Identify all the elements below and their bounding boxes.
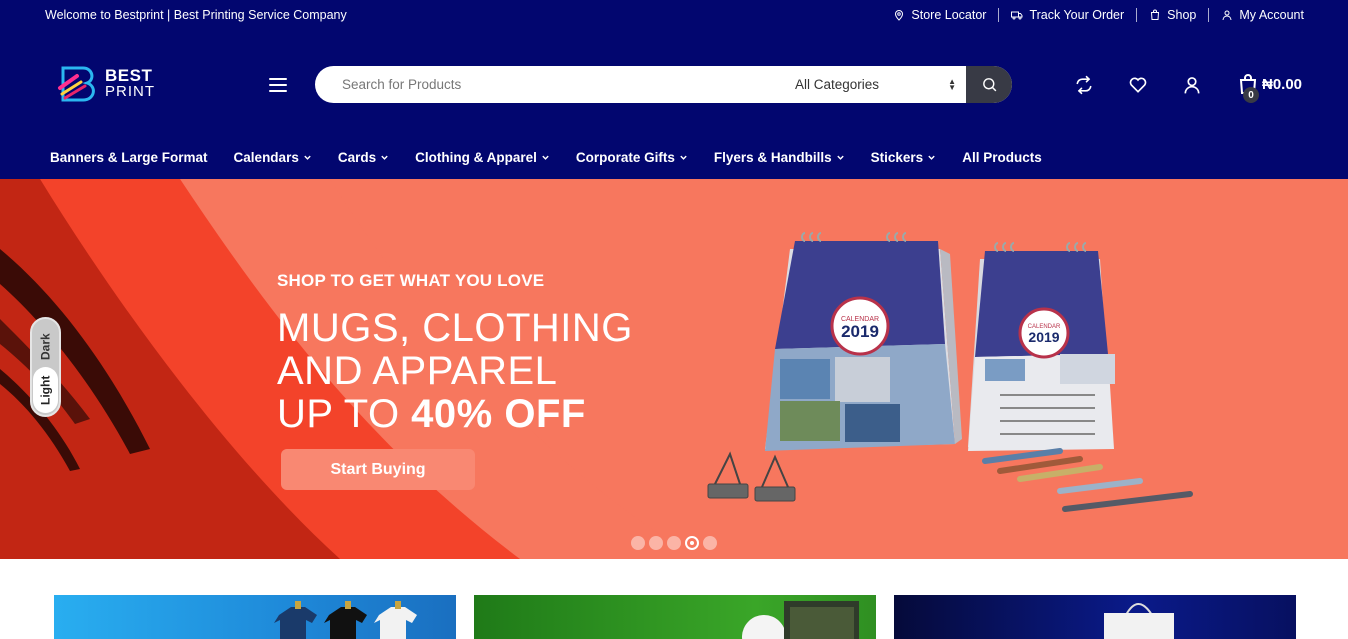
nav-item-cards[interactable]: Cards bbox=[338, 150, 389, 165]
theme-dark-option[interactable]: Dark bbox=[32, 327, 59, 367]
nav-item-label: Calendars bbox=[233, 150, 299, 165]
shop-label: Shop bbox=[1167, 8, 1197, 22]
search-bar: All Categories ▲▼ bbox=[315, 66, 1012, 103]
promo-card-bags[interactable] bbox=[894, 595, 1296, 639]
track-order-link[interactable]: Track Your Order bbox=[999, 8, 1138, 22]
slider-dot-2[interactable] bbox=[649, 536, 663, 550]
user-icon bbox=[1222, 10, 1232, 21]
search-icon bbox=[982, 78, 996, 92]
category-select-value: All Categories bbox=[795, 77, 880, 92]
chevron-down-icon bbox=[680, 155, 687, 160]
cart-total: ₦0.00 bbox=[1262, 75, 1303, 93]
wishlist-button[interactable] bbox=[1127, 74, 1149, 96]
top-bar: Welcome to Bestprint | Best Printing Ser… bbox=[0, 0, 1348, 32]
nav-item-label: Banners & Large Format bbox=[50, 150, 208, 165]
logo-mark-icon bbox=[58, 66, 95, 102]
top-links: Store Locator Track Your Order Shop My A… bbox=[881, 8, 1304, 22]
hero-discount: 40% OFF bbox=[411, 392, 586, 436]
track-order-label: Track Your Order bbox=[1029, 8, 1125, 22]
slider-dots bbox=[631, 536, 721, 550]
cart-button[interactable]: 0 ₦0.00 bbox=[1238, 73, 1303, 103]
nav-item-label: Corporate Gifts bbox=[575, 150, 675, 165]
logo-line-1: BEST bbox=[105, 66, 153, 85]
hero-slider: CALENDAR 2019 CALENDAR 2019 SHOP TO GET … bbox=[0, 179, 1348, 559]
tshirts-image bbox=[274, 601, 417, 639]
hero-heading-line-3: UP TO 40% OFF bbox=[277, 393, 633, 436]
menu-hamburger-icon[interactable] bbox=[269, 78, 287, 92]
store-locator-link[interactable]: Store Locator bbox=[881, 8, 1000, 22]
welcome-text: Welcome to Bestprint | Best Printing Ser… bbox=[45, 8, 347, 22]
account-button[interactable] bbox=[1181, 74, 1203, 96]
nav-item-clothing[interactable]: Clothing & Apparel bbox=[415, 150, 550, 165]
store-locator-label: Store Locator bbox=[911, 8, 987, 22]
truck-icon bbox=[1011, 11, 1023, 20]
main-header: BEST PRINT All Categories ▲▼ 0 ₦0.00 bbox=[0, 32, 1348, 179]
search-input[interactable] bbox=[315, 66, 781, 103]
compare-arrows-icon bbox=[1076, 75, 1092, 95]
logo-line-2: PRINT bbox=[105, 83, 155, 100]
nav-item-flyers[interactable]: Flyers & Handbills bbox=[714, 150, 845, 165]
nav-item-label: Clothing & Apparel bbox=[415, 150, 537, 165]
search-button[interactable] bbox=[966, 66, 1012, 103]
shop-link[interactable]: Shop bbox=[1137, 8, 1210, 22]
nav-item-all-products[interactable]: All Products bbox=[962, 150, 1042, 165]
nav-item-stickers[interactable]: Stickers bbox=[871, 150, 937, 165]
chevron-down-icon bbox=[542, 155, 549, 160]
site-logo[interactable]: BEST PRINT bbox=[57, 62, 169, 106]
slider-dot-5[interactable] bbox=[703, 536, 717, 550]
nav-item-calendars[interactable]: Calendars bbox=[234, 150, 312, 165]
slider-dot-1[interactable] bbox=[631, 536, 645, 550]
hero-heading-prefix: UP TO bbox=[277, 392, 412, 436]
nav-item-label: Flyers & Handbills bbox=[713, 150, 832, 165]
hero-heading-line-1: MUGS, CLOTHING bbox=[277, 306, 633, 350]
shopping-bag-icon bbox=[1151, 9, 1160, 20]
slider-dot-4-active[interactable] bbox=[685, 536, 699, 550]
hero-subtitle: SHOP TO GET WHAT YOU LOVE bbox=[277, 271, 545, 290]
header-icons bbox=[1073, 74, 1235, 96]
compare-button[interactable] bbox=[1073, 74, 1095, 96]
hero-heading-line-2: AND APPAREL bbox=[277, 349, 558, 393]
calendar-year-text: 2019 bbox=[841, 322, 879, 341]
hero-heading: MUGS, CLOTHING AND APPAREL UP TO 40% OFF bbox=[277, 307, 633, 436]
nav-item-corporate-gifts[interactable]: Corporate Gifts bbox=[576, 150, 688, 165]
calendar-year-text-2: 2019 bbox=[1028, 329, 1059, 345]
select-arrows-icon: ▲ ▼ bbox=[948, 76, 956, 92]
calendar-product-image: CALENDAR 2019 CALENDAR 2019 bbox=[707, 232, 1193, 512]
nav-item-label: All Products bbox=[962, 150, 1042, 165]
chevron-down-icon bbox=[304, 155, 311, 160]
account-icon bbox=[1184, 77, 1200, 94]
chevron-down-icon bbox=[836, 155, 844, 160]
slider-dot-3[interactable] bbox=[667, 536, 681, 550]
nav-item-label: Cards bbox=[337, 150, 377, 165]
notebook-image bbox=[742, 601, 859, 639]
chevron-down-icon bbox=[381, 155, 388, 160]
promo-card-notebooks[interactable] bbox=[474, 595, 876, 639]
location-pin-icon bbox=[895, 10, 904, 21]
promo-card-clothing[interactable] bbox=[54, 595, 456, 639]
nav-item-label: Stickers bbox=[870, 150, 924, 165]
nav-item-banners[interactable]: Banners & Large Format bbox=[50, 150, 208, 165]
category-nav: Banners & Large Format Calendars Cards C… bbox=[50, 150, 1068, 165]
logo-text: BEST PRINT bbox=[105, 66, 155, 100]
my-account-label: My Account bbox=[1239, 8, 1304, 22]
my-account-link[interactable]: My Account bbox=[1209, 8, 1304, 22]
theme-light-option[interactable]: Light bbox=[33, 367, 58, 413]
chevron-down-icon bbox=[928, 155, 935, 160]
start-buying-button[interactable]: Start Buying bbox=[281, 449, 475, 490]
cart-count-badge: 0 bbox=[1243, 87, 1259, 103]
shopping-bag-image bbox=[1104, 603, 1174, 639]
theme-toggle[interactable]: Dark Light bbox=[30, 317, 61, 417]
heart-icon bbox=[1129, 77, 1147, 93]
category-select[interactable]: All Categories ▲ ▼ bbox=[781, 66, 966, 103]
